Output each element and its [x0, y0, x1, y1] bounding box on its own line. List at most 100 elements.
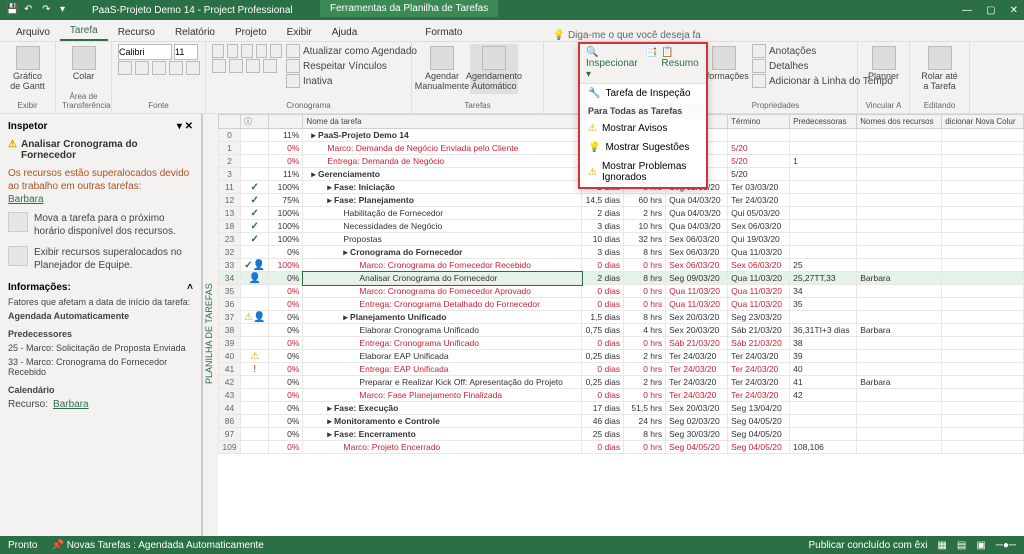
col-pct[interactable]: [269, 115, 303, 129]
col-indicator[interactable]: ⓘ: [241, 115, 269, 129]
font-name[interactable]: [118, 44, 172, 60]
table-row[interactable]: 33✓👤100%Marco: Cronograma do Fornecedor …: [219, 259, 1024, 272]
resource-link[interactable]: Barbara: [8, 194, 44, 205]
pct100[interactable]: [270, 44, 282, 58]
schedule-auto-button[interactable]: Agendamento Automático: [470, 44, 518, 94]
group-tasks: Agendar Manualmente Agendamento Automáti…: [412, 42, 544, 113]
col-pred[interactable]: Predecessoras: [790, 115, 857, 129]
show-suggestions-item[interactable]: 💡Mostrar Sugestões: [580, 138, 706, 157]
qat-undo-icon[interactable]: ↶: [24, 4, 36, 16]
font-color-button[interactable]: [169, 61, 183, 75]
table-row[interactable]: 18✓100%Necessidades de Negócio3 dias10 h…: [219, 220, 1024, 233]
qat-redo-icon[interactable]: ↷: [42, 4, 54, 16]
inspect-split[interactable]: 🔍 Inspecionar ▾: [586, 47, 641, 80]
status-bar: Pronto 📌 Novas Tarefas : Agendada Automa…: [0, 536, 1024, 554]
pct50[interactable]: [241, 44, 253, 58]
tell-me[interactable]: 💡Diga-me o que você deseja fa: [553, 30, 701, 41]
col-finish[interactable]: Término: [728, 115, 790, 129]
minimize-button[interactable]: ―: [962, 5, 972, 16]
table-row[interactable]: 350%Marco: Cronograma do Fornecedor Apro…: [219, 285, 1024, 298]
inspector-close-icon[interactable]: ▾ ✕: [177, 121, 193, 132]
font-size[interactable]: [174, 44, 198, 60]
tab-formato[interactable]: Formato: [415, 23, 472, 41]
table-row[interactable]: 40⚠0%Elaborar EAP Unificada0,25 dias2 hr…: [219, 350, 1024, 363]
table-row[interactable]: 420%Preparar e Realizar Kick Off: Aprese…: [219, 376, 1024, 389]
fill-color-button[interactable]: [186, 61, 200, 75]
table-row[interactable]: 23✓100%Propostas10 dias32 hrsSex 06/03/2…: [219, 233, 1024, 246]
qat-more-icon[interactable]: ▾: [60, 4, 72, 16]
italic-button[interactable]: [135, 61, 149, 75]
quick-access-toolbar: 💾 ↶ ↷ ▾: [6, 4, 72, 16]
table-row[interactable]: 430%Marco: Fase Planejamento Finalizada0…: [219, 389, 1024, 402]
bulb-icon: 💡: [553, 30, 565, 41]
view-shortcut-1[interactable]: ▦: [937, 540, 946, 551]
pct25[interactable]: [227, 44, 239, 58]
pct75[interactable]: [256, 44, 268, 58]
maximize-button[interactable]: ▢: [986, 5, 995, 16]
link-button[interactable]: [246, 59, 260, 73]
tab-arquivo[interactable]: Arquivo: [6, 23, 60, 41]
table-row[interactable]: 12✓75%▸ Fase: Planejamento14,5 dias60 hr…: [219, 194, 1024, 207]
view-side-tab[interactable]: PLANILHA DE TAREFAS: [202, 114, 218, 554]
inactive[interactable]: Inativa: [286, 74, 417, 88]
table-row[interactable]: 440%▸ Fase: Execução17 dias51,5 hrsSex 2…: [219, 402, 1024, 415]
tab-projeto[interactable]: Projeto: [225, 23, 277, 41]
outdent[interactable]: [212, 59, 226, 73]
view-shortcut-2[interactable]: ▤: [957, 540, 966, 551]
indent[interactable]: [229, 59, 243, 73]
action-team-planner[interactable]: Exibir recursos superalocados no Planeja…: [8, 242, 193, 276]
tab-tarefa[interactable]: Tarefa: [60, 21, 108, 41]
zoom-slider[interactable]: ─●─: [996, 540, 1016, 551]
tab-recurso[interactable]: Recurso: [108, 23, 165, 41]
unlink-button[interactable]: [263, 59, 277, 73]
table-row[interactable]: 34👤0%Analisar Cronograma do Fornecedor2 …: [219, 272, 1024, 285]
window-buttons: ― ▢ ✕: [962, 5, 1018, 16]
qat-save-icon[interactable]: 💾: [6, 4, 18, 16]
col-id[interactable]: [219, 115, 241, 129]
table-row[interactable]: 860%▸ Monitoramento e Controle46 dias24 …: [219, 415, 1024, 428]
table-row[interactable]: 390%Entrega: Cronograma Unificado0 dias0…: [219, 337, 1024, 350]
col-add[interactable]: dicionar Nova Colur: [942, 115, 1024, 129]
table-row[interactable]: 37⚠👤0%▸ Planejamento Unificado1,5 dias8 …: [219, 311, 1024, 324]
collapse-icon[interactable]: ˄: [187, 282, 193, 293]
all-tasks-section: Para Todas as Tarefas: [580, 103, 706, 119]
show-ignored-item[interactable]: ⚠Mostrar Problemas Ignorados: [580, 157, 706, 187]
close-button[interactable]: ✕: [1010, 5, 1018, 16]
table-row[interactable]: 360%Entrega: Cronograma Detalhado do For…: [219, 298, 1024, 311]
scroll-to-task-button[interactable]: Rolar até a Tarefa: [916, 44, 963, 94]
group-clipboard: Colar Área de Transferência: [56, 42, 112, 113]
workspace: Inspetor▾ ✕ ⚠Analisar Cronograma do Forn…: [0, 114, 1024, 554]
table-row[interactable]: 970%▸ Fase: Encerramento25 dias8 hrsSeg …: [219, 428, 1024, 441]
table-row[interactable]: 1090%Marco: Projeto Encerrado0 dias0 hrs…: [219, 441, 1024, 454]
schedule-manual-button[interactable]: Agendar Manualmente: [418, 44, 466, 94]
inspect-icon: 🔧: [588, 88, 600, 99]
table-row[interactable]: 320%▸ Cronograma do Fornecedor3 dias8 hr…: [219, 246, 1024, 259]
planner-icon: [872, 46, 896, 70]
table-row[interactable]: 380%Elaborar Cronograma Unificado0,75 di…: [219, 324, 1024, 337]
reschedule-icon: [8, 212, 28, 232]
calendar-resource-link[interactable]: Barbara: [53, 399, 89, 410]
paste-button[interactable]: Colar: [62, 44, 105, 84]
respect-links[interactable]: Respeitar Vínculos: [286, 59, 417, 73]
col-name[interactable]: Nome da tarefa: [303, 115, 582, 129]
show-warnings-item[interactable]: ⚠Mostrar Avisos: [580, 119, 706, 138]
planner-button[interactable]: Planner: [864, 44, 903, 84]
action-reschedule[interactable]: Mova a tarefa para o próximo horário dis…: [8, 208, 193, 242]
tab-relatorio[interactable]: Relatório: [165, 23, 225, 41]
summary-split[interactable]: 📋 Resumo: [661, 47, 700, 80]
view-shortcut-3[interactable]: ▣: [976, 540, 985, 551]
move-split[interactable]: 📑: [645, 47, 657, 80]
inspect-task-item[interactable]: 🔧Tarefa de Inspeção: [580, 84, 706, 103]
table-row[interactable]: 13✓100%Habilitação de Fornecedor2 dias2 …: [219, 207, 1024, 220]
tab-exibir[interactable]: Exibir: [277, 23, 322, 41]
table-row[interactable]: 41!0%Entrega: EAP Unificada0 dias0 hrsTe…: [219, 363, 1024, 376]
tab-ajuda[interactable]: Ajuda: [322, 23, 368, 41]
pct0[interactable]: [212, 44, 224, 58]
status-publish: Publicar concluído com êxi: [808, 540, 927, 551]
gantt-chart-button[interactable]: Gráfico de Gantt: [6, 44, 49, 94]
underline-button[interactable]: [152, 61, 166, 75]
bold-button[interactable]: [118, 61, 132, 75]
update-scheduled[interactable]: Atualizar como Agendado: [286, 44, 417, 58]
contextual-tab[interactable]: Ferramentas da Planilha de Tarefas: [320, 0, 498, 17]
col-res[interactable]: Nomes dos recursos: [857, 115, 942, 129]
